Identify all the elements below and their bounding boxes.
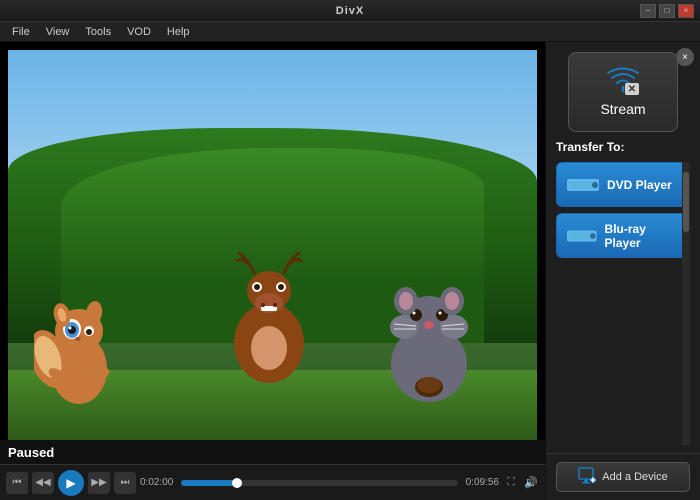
main-layout: Paused ⏮ ◀◀ ▶ ▶▶ ⏭ 0:02:00 0:09:56 ⛶ 🔊 × (0, 42, 700, 500)
device-scroll-area: DVD Player Blu-ray Player (556, 162, 690, 445)
char-squirrel-small (34, 279, 124, 409)
fullscreen-button[interactable]: ⛶ (503, 475, 519, 491)
status-bar: Paused (0, 440, 545, 464)
stream-icon-wrap: ✕ (605, 67, 641, 95)
menu-vod[interactable]: VOD (119, 22, 159, 41)
controls-bar: ⏮ ◀◀ ▶ ▶▶ ⏭ 0:02:00 0:09:56 ⛶ 🔊 (0, 464, 545, 500)
menubar: File View Tools VOD Help (0, 22, 700, 42)
rewind-button[interactable]: ◀◀ (32, 472, 54, 494)
next-button[interactable]: ⏭ (114, 472, 136, 494)
stream-section: ✕ Stream (546, 42, 700, 140)
video-frame[interactable] (8, 50, 537, 440)
titlebar-title: DivX (336, 5, 364, 17)
svg-text:✕: ✕ (628, 84, 636, 95)
transfer-section: Transfer To: DVD Player (546, 140, 700, 453)
stream-label: Stream (600, 101, 645, 117)
bluray-player-label: Blu-ray Player (605, 222, 679, 250)
stream-button[interactable]: ✕ Stream (568, 52, 678, 132)
device-list: DVD Player Blu-ray Player (556, 162, 690, 445)
add-device-section: Add a Device (546, 453, 700, 500)
paused-status: Paused (8, 445, 54, 460)
scrollbar-thumb[interactable] (683, 172, 689, 232)
prev-button[interactable]: ⏮ (6, 472, 28, 494)
panel-close-button[interactable]: × (676, 48, 694, 66)
dvd-player-label: DVD Player (607, 178, 672, 192)
progress-bar[interactable] (181, 480, 457, 486)
right-panel: × ✕ Stream (545, 42, 700, 500)
device-dvd-player[interactable]: DVD Player (556, 162, 690, 207)
menu-view[interactable]: View (38, 22, 78, 41)
device-bluray-player[interactable]: Blu-ray Player (556, 213, 690, 258)
titlebar-controls: – □ × (640, 4, 694, 18)
maximize-button[interactable]: □ (659, 4, 675, 18)
minimize-button[interactable]: – (640, 4, 656, 18)
add-device-button[interactable]: Add a Device (556, 462, 690, 492)
progress-fill (181, 480, 236, 486)
progress-handle[interactable] (232, 478, 242, 488)
play-button[interactable]: ▶ (58, 470, 84, 496)
close-button[interactable]: × (678, 4, 694, 18)
current-time: 0:02:00 (140, 477, 173, 488)
bluray-icon (567, 226, 597, 246)
transfer-title: Transfer To: (556, 140, 690, 154)
volume-button[interactable]: 🔊 (523, 475, 539, 491)
dvd-icon (567, 175, 599, 195)
video-content (8, 50, 537, 440)
forward-button[interactable]: ▶▶ (88, 472, 110, 494)
titlebar: DivX – □ × (0, 0, 700, 22)
menu-tools[interactable]: Tools (77, 22, 119, 41)
total-time: 0:09:56 (466, 477, 499, 488)
add-device-label: Add a Device (602, 471, 667, 483)
char-deer (209, 243, 329, 393)
menu-file[interactable]: File (4, 22, 38, 41)
char-rat (374, 269, 484, 409)
device-list-scrollbar[interactable] (682, 162, 690, 445)
menu-help[interactable]: Help (159, 22, 198, 41)
add-device-icon (578, 467, 596, 488)
monitor-icon (578, 467, 596, 485)
video-area: Paused ⏮ ◀◀ ▶ ▶▶ ⏭ 0:02:00 0:09:56 ⛶ 🔊 (0, 42, 545, 500)
stream-icon: ✕ (605, 67, 641, 95)
